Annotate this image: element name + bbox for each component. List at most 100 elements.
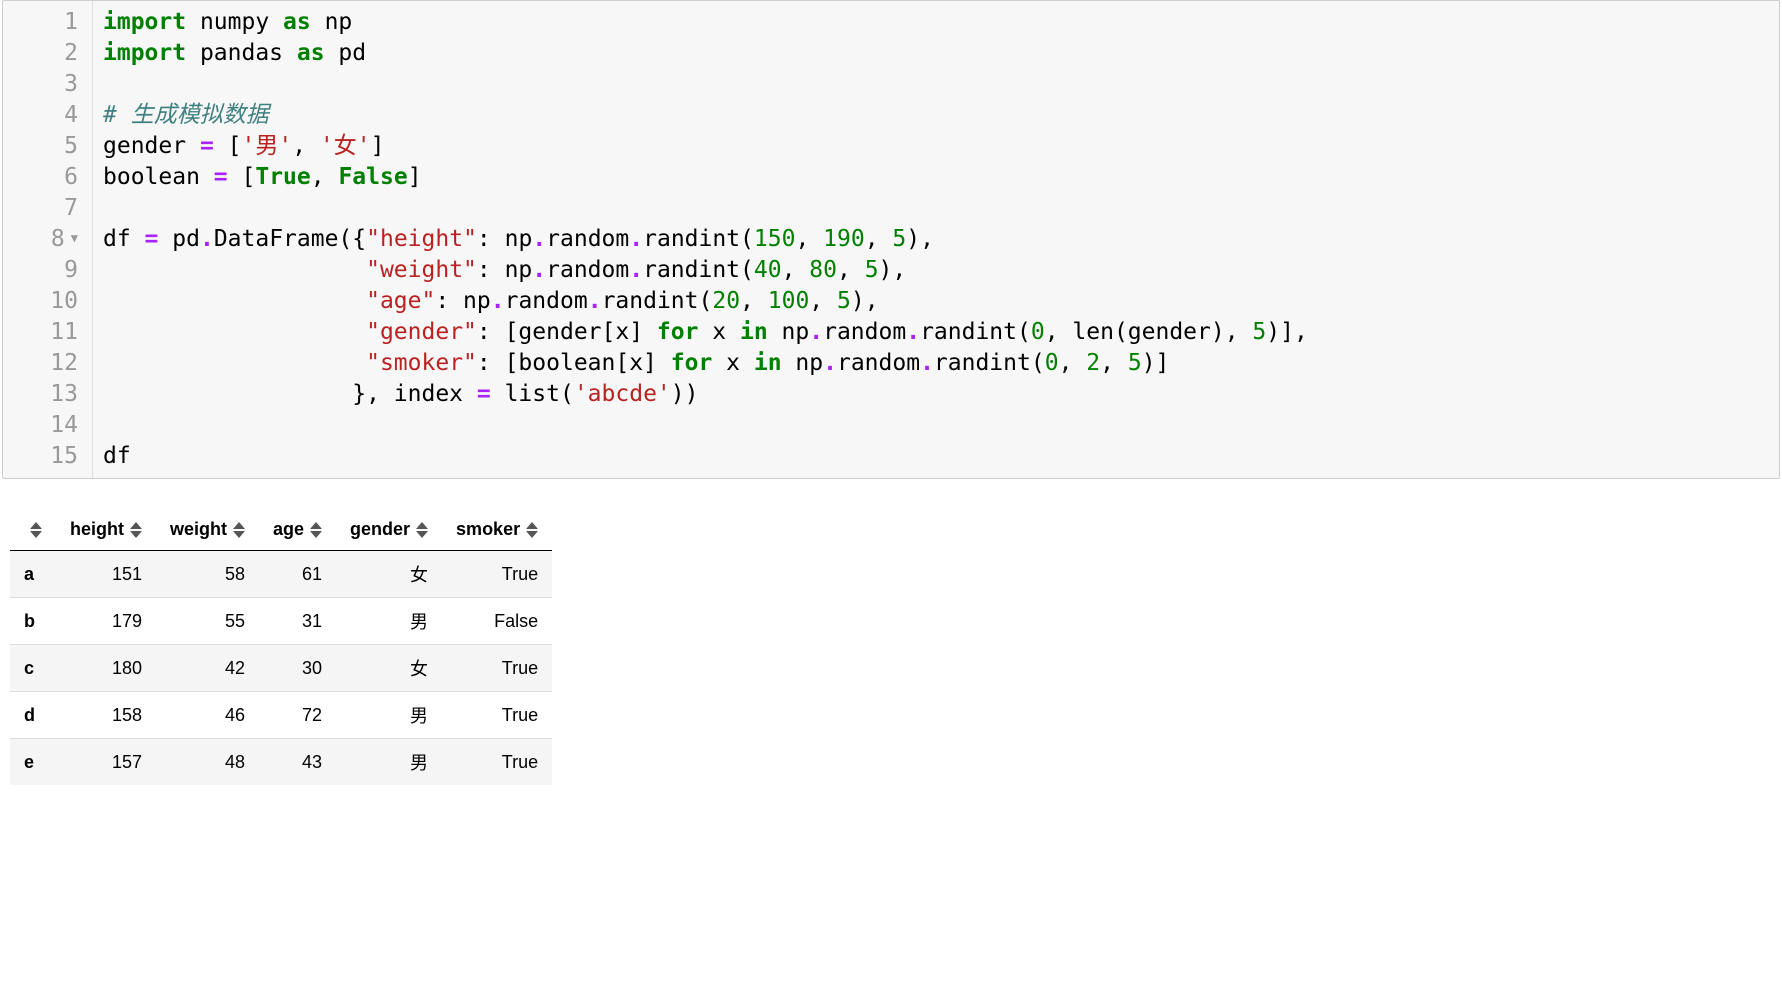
table-cell: True [442,645,552,692]
sort-icon[interactable] [310,522,322,538]
code-token: "weight" [366,257,477,283]
code-token: randint( [643,257,754,283]
line-number: 12 [3,348,78,379]
code-line[interactable] [103,410,1769,441]
code-token: = [214,164,228,190]
line-number: 11 [3,317,78,348]
code-token: True [255,164,310,190]
code-token: ] [371,133,385,159]
code-token: np [782,350,824,376]
table-cell: 女 [336,645,442,692]
table-header-label: gender [350,519,410,539]
table-header-label: smoker [456,519,520,539]
table-cell: 42 [156,645,259,692]
code-line[interactable]: # 生成模拟数据 [103,100,1769,131]
code-token: ), [879,257,907,283]
code-token: for [657,319,699,345]
code-token: : [gender[x] [477,319,657,345]
code-cell[interactable]: 12345678▼9101112131415 import numpy as n… [2,0,1780,479]
code-token: . [906,319,920,345]
table-header-index[interactable] [10,509,56,551]
table-header-cell[interactable]: height [56,509,156,551]
sort-icon[interactable] [526,522,538,538]
code-token: )] [1142,350,1170,376]
code-token: . [532,226,546,252]
code-token: 150 [754,226,796,252]
code-token: . [532,257,546,283]
table-cell: 61 [259,551,336,598]
code-line[interactable] [103,193,1769,224]
table-cell: 48 [156,739,259,786]
code-token: 0 [1045,350,1059,376]
fold-marker-icon[interactable]: ▼ [71,223,78,254]
sort-icon[interactable] [416,522,428,538]
table-header-cell[interactable]: age [259,509,336,551]
code-token: 100 [768,288,810,314]
code-token: '女' [320,133,371,159]
code-token: False [338,164,407,190]
code-token: : np [477,226,532,252]
code-token: 20 [712,288,740,314]
code-token: , [292,133,320,159]
code-line[interactable]: import numpy as np [103,7,1769,38]
table-header-cell[interactable]: gender [336,509,442,551]
code-line[interactable]: "smoker": [boolean[x] for x in np.random… [103,348,1769,379]
code-token: = [145,226,159,252]
sort-icon[interactable] [30,522,42,538]
code-line[interactable]: boolean = [True, False] [103,162,1769,193]
code-token: x [712,350,754,376]
code-line[interactable]: df [103,441,1769,472]
code-token: ), [906,226,934,252]
code-line[interactable]: gender = ['男', '女'] [103,131,1769,162]
code-token: , [1059,350,1087,376]
code-token [103,288,366,314]
code-token: pandas [186,40,297,66]
code-token: '男' [242,133,293,159]
sort-icon[interactable] [233,522,245,538]
code-line[interactable]: df = pd.DataFrame({"height": np.random.r… [103,224,1769,255]
table-index-cell: d [10,692,56,739]
code-token: df [103,443,131,469]
table-index-cell: b [10,598,56,645]
table-cell: False [442,598,552,645]
code-token: . [629,226,643,252]
code-token [103,257,366,283]
line-number: 13 [3,379,78,410]
table-cell: 男 [336,692,442,739]
code-token [103,350,366,376]
table-header-cell[interactable]: weight [156,509,259,551]
line-number: 1 [3,7,78,38]
code-token: . [920,350,934,376]
code-token: 5 [1252,319,1266,345]
line-number: 15 [3,441,78,472]
code-token: [ [214,133,242,159]
code-line[interactable] [103,69,1769,100]
code-token: . [491,288,505,314]
code-line[interactable]: "age": np.random.randint(20, 100, 5), [103,286,1769,317]
table-row: e1574843男True [10,739,552,786]
code-token: randint( [934,350,1045,376]
table-cell: 男 [336,739,442,786]
code-token: random [837,350,920,376]
code-line[interactable]: }, index = list('abcde')) [103,379,1769,410]
code-line[interactable]: "weight": np.random.randint(40, 80, 5), [103,255,1769,286]
code-token: 'abcde' [574,381,671,407]
code-token: . [588,288,602,314]
code-token: 40 [754,257,782,283]
code-token: , len(gender), [1045,319,1253,345]
code-token: numpy [186,9,283,35]
code-line[interactable]: import pandas as pd [103,38,1769,69]
table-header-cell[interactable]: smoker [442,509,552,551]
sort-icon[interactable] [130,522,142,538]
table-header-label: age [273,519,304,539]
line-number: 6 [3,162,78,193]
code-token: , [809,288,837,314]
code-token: 5 [892,226,906,252]
code-token: 80 [809,257,837,283]
code-token: as [297,40,325,66]
code-area[interactable]: import numpy as npimport pandas as pd # … [93,1,1779,478]
table-row: a1515861女True [10,551,552,598]
code-line[interactable]: "gender": [gender[x] for x in np.random.… [103,317,1769,348]
table-header-label: height [70,519,124,539]
line-number: 7 [3,193,78,224]
